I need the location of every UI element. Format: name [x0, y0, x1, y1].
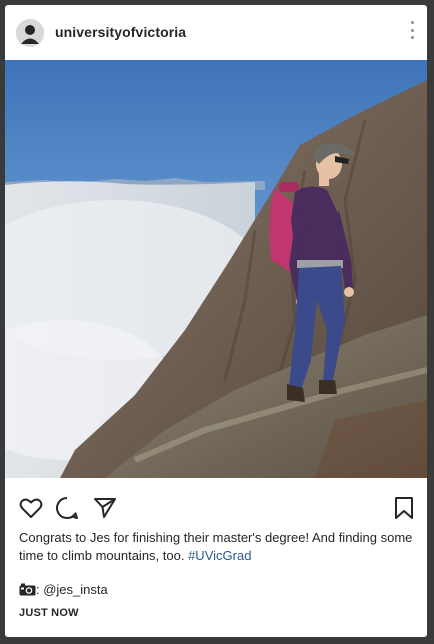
- action-bar: [5, 495, 427, 523]
- post-photo[interactable]: [5, 60, 427, 478]
- photo-credit: : @jes_insta: [19, 582, 108, 597]
- heart-icon[interactable]: [18, 495, 44, 521]
- post-header: universityofvictoria: [5, 5, 427, 60]
- post-caption: Congrats to Jes for finishing their mast…: [19, 529, 417, 565]
- bookmark-icon[interactable]: [391, 495, 417, 521]
- avatar[interactable]: [16, 19, 44, 47]
- post-timestamp: JUST NOW: [19, 607, 79, 619]
- user-avatar-icon: [16, 19, 44, 47]
- comment-bubble-icon[interactable]: [54, 495, 80, 521]
- camera-icon: [19, 583, 36, 596]
- paper-plane-icon[interactable]: [92, 495, 118, 521]
- hashtag-link[interactable]: #UVicGrad: [188, 548, 251, 563]
- username[interactable]: universityofvictoria: [55, 24, 186, 40]
- more-options-icon[interactable]: [405, 19, 419, 41]
- mountain-hiker-photo: [5, 60, 427, 478]
- credit-handle[interactable]: : @jes_insta: [36, 582, 108, 597]
- post-card: universityofvictoria Congrats to Jes for…: [5, 5, 427, 637]
